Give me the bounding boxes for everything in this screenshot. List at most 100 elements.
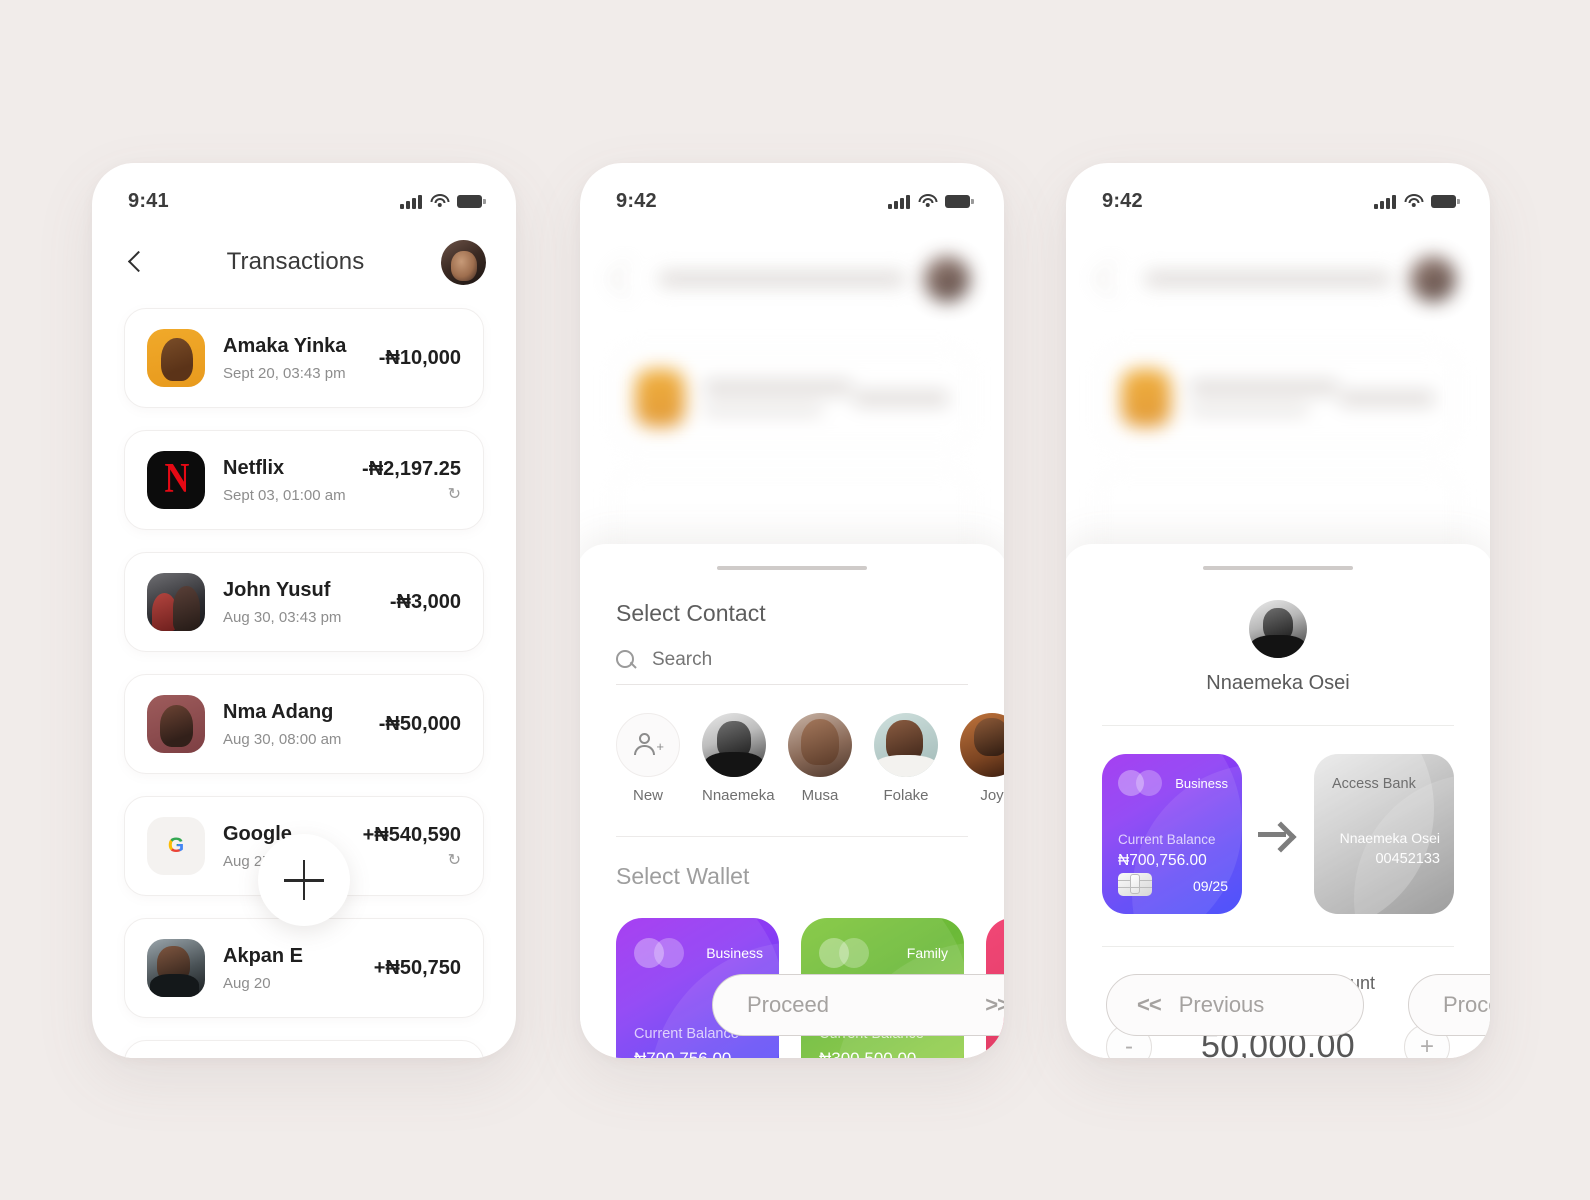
status-time: 9:42 — [616, 189, 657, 212]
section-divider — [616, 835, 968, 837]
transaction-amount: -₦50,000 — [378, 712, 461, 735]
chevron-left-icon[interactable] — [122, 248, 150, 276]
search-input[interactable] — [652, 648, 968, 671]
recurring-icon: ↻ — [447, 851, 461, 869]
account-name: Nnaemeka Osei — [1339, 829, 1440, 846]
chevron-left-icon — [608, 260, 646, 298]
proceed-label: Proceed — [747, 992, 829, 1017]
table-row[interactable]: Amaka Yinka Sept 20, 03:43 pm -₦10,000 — [124, 308, 484, 408]
transaction-name: Akpan E — [223, 944, 304, 967]
transaction-amount: -₦3,000 — [389, 590, 461, 613]
card-expiry: 09/25 — [1192, 877, 1228, 894]
contact-avatar — [874, 712, 938, 777]
recipient-name: Nnaemeka Osei — [1206, 671, 1350, 694]
contact-avatar — [702, 712, 766, 777]
bank-name: Access Bank — [1332, 775, 1416, 792]
contact-folake[interactable]: Folake — [874, 712, 938, 804]
previous-label: Previous — [1178, 992, 1265, 1017]
contact-avatar — [788, 712, 852, 777]
phone-select-contact-screen: 9:42 Select Contact + — [580, 163, 1004, 1058]
transaction-date: Sept 03, 01:00 am — [223, 486, 346, 504]
status-time: 9:42 — [1102, 189, 1143, 212]
status-bar: 9:42 — [580, 163, 1004, 223]
table-row[interactable]: John Yusuf Aug 30, 03:43 pm -₦3,000 — [124, 552, 484, 652]
profile-avatar[interactable] — [441, 239, 486, 285]
confirm-transfer-sheet: Nnaemeka Osei Business Current Balance ₦… — [1066, 544, 1490, 1058]
recurring-icon: ↻ — [447, 485, 461, 503]
proceed-button[interactable]: Proceed >> — [1408, 974, 1490, 1036]
status-bar: 9:41 — [92, 163, 516, 223]
table-row[interactable]: Akpan E Aug 20 +₦50,750 — [124, 918, 484, 1018]
battery-icon — [1431, 194, 1460, 208]
screenshot-stage: 9:41 Transactions Amaka Yinka Sept 20, 0… — [0, 0, 1590, 1200]
transaction-name: Amaka Yinka — [223, 334, 347, 357]
transaction-list[interactable]: Amaka Yinka Sept 20, 03:43 pm -₦10,000 N… — [92, 308, 516, 1058]
previous-button[interactable]: << Previous — [1106, 974, 1364, 1036]
proceed-label: Proceed — [1443, 992, 1490, 1017]
transaction-date: Aug 30, 03:43 pm — [223, 608, 342, 626]
recipient-avatar — [1249, 599, 1307, 658]
battery-icon — [457, 194, 486, 208]
akpan-avatar — [147, 939, 205, 997]
contact-joy[interactable]: Joy — [960, 712, 1004, 804]
plus-icon — [284, 860, 324, 900]
card-brand-icon — [1118, 769, 1168, 796]
cellular-bars-icon — [888, 194, 910, 209]
balance-label: Current Balance — [1118, 831, 1216, 847]
contact-avatar — [960, 712, 1004, 777]
wifi-icon — [918, 194, 937, 208]
app-header: Transactions — [92, 223, 516, 301]
table-row[interactable] — [124, 1040, 484, 1058]
balance-value: ₦700,756.00 — [1118, 851, 1207, 869]
contact-new[interactable]: + New — [616, 712, 680, 804]
contact-label: Nnaemeka — [702, 786, 775, 804]
sheet-grabber[interactable] — [717, 566, 867, 570]
account-number: 00452133 — [1375, 850, 1440, 867]
contact-musa[interactable]: Musa — [788, 712, 852, 804]
wifi-icon — [1404, 194, 1423, 208]
transaction-name: Nma Adang — [223, 700, 334, 723]
arrow-right-icon — [1258, 819, 1298, 849]
sheet-grabber[interactable] — [1203, 566, 1353, 570]
cellular-bars-icon — [400, 194, 422, 209]
phone-transactions-screen: 9:41 Transactions Amaka Yinka Sept 20, 0… — [92, 163, 516, 1058]
table-row[interactable]: N Netflix Sept 03, 01:00 am -₦2,197.25 ↻ — [124, 430, 484, 530]
status-icons — [888, 194, 974, 209]
wifi-icon — [430, 194, 449, 208]
add-transaction-button[interactable] — [258, 834, 350, 926]
contact-search-row[interactable] — [616, 648, 968, 685]
status-icons — [400, 194, 486, 209]
source-card[interactable]: Business Current Balance ₦700,756.00 09/… — [1102, 753, 1242, 914]
transfer-cards: Business Current Balance ₦700,756.00 09/… — [1102, 724, 1454, 914]
john-avatar — [147, 573, 205, 631]
search-icon — [616, 649, 636, 670]
status-bar: 9:42 — [1066, 163, 1490, 223]
amaka-avatar — [147, 329, 205, 387]
phone-confirm-transfer-screen: 9:42 Nnaemeka Osei Business Current Bala… — [1066, 163, 1490, 1058]
proceed-button[interactable]: Proceed >> — [712, 974, 1004, 1036]
battery-icon — [945, 194, 974, 208]
add-contact-icon: + — [616, 712, 680, 777]
contact-label: New — [632, 786, 663, 804]
google-logo: G — [147, 817, 205, 875]
table-row[interactable]: Nma Adang Aug 30, 08:00 am -₦50,000 — [124, 674, 484, 774]
contact-nnaemeka[interactable]: Nnaemeka — [702, 712, 775, 804]
contact-label: Folake — [883, 786, 929, 804]
chevron-left-icon — [1094, 260, 1132, 298]
sheet-actions: Proceed >> — [580, 948, 1004, 1058]
chevron-double-right-icon: >> — [985, 992, 1004, 1017]
recipient-block: Nnaemeka Osei — [1102, 599, 1454, 695]
destination-card[interactable]: Access Bank Nnaemeka Osei 00452133 — [1314, 753, 1454, 914]
card-chip-icon — [1118, 872, 1152, 896]
page-title: Transactions — [226, 248, 365, 275]
status-time: 9:41 — [128, 189, 169, 212]
transaction-date: Aug 20 — [223, 974, 271, 992]
select-contact-sheet: Select Contact + New Nnaemeka — [580, 544, 1004, 1058]
transaction-amount: -₦10,000 — [378, 346, 461, 369]
nma-avatar — [147, 695, 205, 753]
transaction-name: John Yusuf — [223, 578, 331, 601]
contact-strip[interactable]: + New Nnaemeka Musa Folake Joy — [616, 712, 1004, 804]
transaction-name: Netflix — [223, 456, 285, 479]
cellular-bars-icon — [1374, 194, 1396, 209]
card-type: Business — [1175, 775, 1228, 791]
